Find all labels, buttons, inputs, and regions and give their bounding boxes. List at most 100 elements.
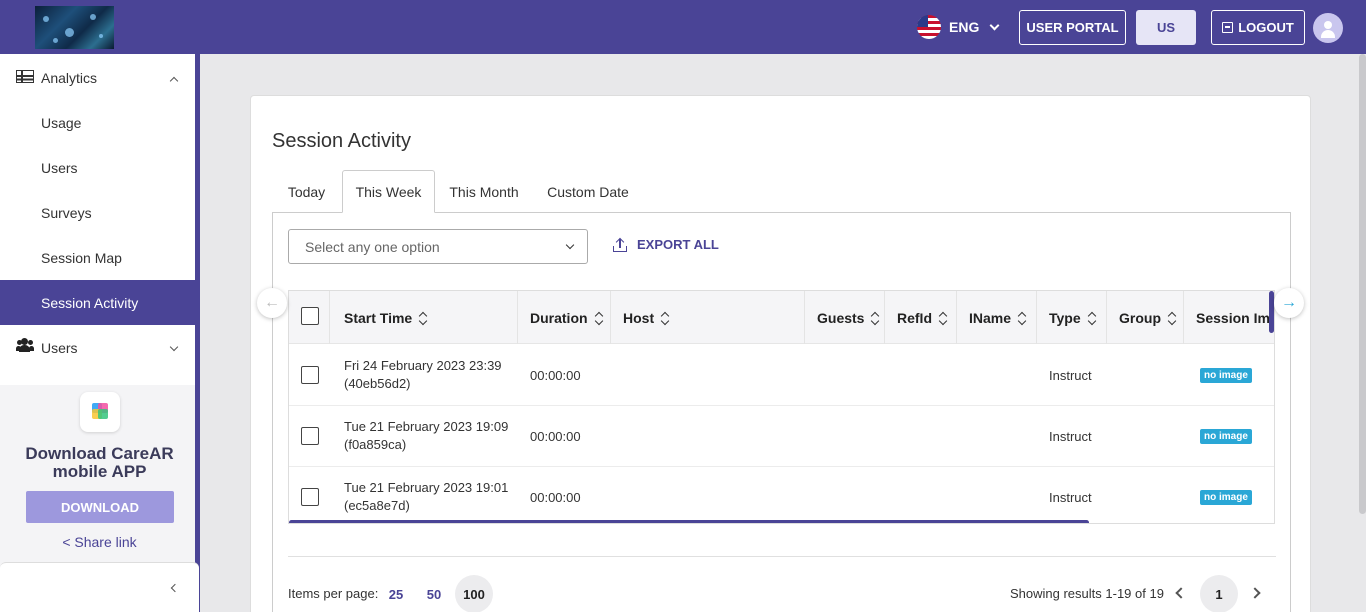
download-button[interactable]: DOWNLOAD <box>26 491 174 523</box>
sidebar-item-analytics[interactable]: Analytics <box>0 55 195 100</box>
page-size-100[interactable]: 100 <box>455 575 493 612</box>
start-time-cell: Tue 21 February 2023 19:09 (f0a859ca) <box>344 419 509 452</box>
start-time-cell: Fri 24 February 2023 23:39 (40eb56d2) <box>344 358 502 391</box>
session-activity-card: Session Activity Today This Week This Mo… <box>250 95 1311 612</box>
sort-icon <box>420 312 426 324</box>
type-cell: Instruct <box>1049 429 1092 444</box>
logout-icon <box>1222 22 1234 33</box>
page-title: Session Activity <box>272 130 411 152</box>
page-size-25[interactable]: 25 <box>378 575 414 612</box>
sidebar-item-label: Session Activity <box>41 294 139 311</box>
chevron-left-icon <box>170 583 180 593</box>
table-vertical-scrollbar[interactable] <box>1269 291 1274 333</box>
session-image-cell: no image <box>1200 467 1252 523</box>
logout-button[interactable]: LOGOUT <box>1211 10 1305 45</box>
sort-icon <box>872 312 878 324</box>
sort-icon <box>1089 312 1095 324</box>
page-scrollbar[interactable] <box>1359 54 1366 514</box>
share-link[interactable]: < Share link <box>0 534 199 550</box>
sidebar-item-usage[interactable]: Usage <box>0 100 195 145</box>
column-iname[interactable]: IName <box>957 291 1037 344</box>
column-refid[interactable]: RefId <box>885 291 957 344</box>
type-cell: Instruct <box>1049 490 1092 505</box>
sidebar-item-session-map[interactable]: Session Map <box>0 235 195 280</box>
chevron-right-icon[interactable] <box>1249 587 1261 599</box>
no-image-badge: no image <box>1200 368 1252 383</box>
duration-cell: 00:00:00 <box>530 368 581 383</box>
row-checkbox[interactable] <box>301 366 319 384</box>
sidebar-collapse-bar[interactable] <box>0 562 199 612</box>
sidebar-item-session-activity[interactable]: Session Activity <box>0 280 195 325</box>
duration-cell: 00:00:00 <box>530 429 581 444</box>
row-checkbox[interactable] <box>301 427 319 445</box>
sort-icon <box>1169 312 1175 324</box>
top-bar: ENG USER PORTAL US LOGOUT <box>0 0 1366 54</box>
tab-custom-date[interactable]: Custom Date <box>534 170 642 213</box>
chevron-up-icon <box>169 76 179 86</box>
upload-icon <box>613 237 627 252</box>
page-size-50[interactable]: 50 <box>416 575 452 612</box>
chevron-down-icon <box>565 240 575 250</box>
column-start-time[interactable]: Start Time <box>330 291 518 344</box>
table-horizontal-scrollbar[interactable] <box>289 520 1089 523</box>
sidebar: Analytics Usage Users Surveys Session Ma… <box>0 54 200 612</box>
table-row[interactable]: Fri 24 February 2023 23:39 (40eb56d2) 00:… <box>289 345 1274 406</box>
table-icon <box>16 70 34 83</box>
sidebar-item-label: Users <box>41 159 78 176</box>
sidebar-item-label: Surveys <box>41 204 92 221</box>
select-all-checkbox[interactable] <box>301 307 319 325</box>
column-host[interactable]: Host <box>611 291 805 344</box>
sidebar-item-surveys[interactable]: Surveys <box>0 190 195 235</box>
user-portal-button[interactable]: USER PORTAL <box>1019 10 1126 45</box>
language-selector[interactable]: ENG <box>917 14 1000 40</box>
filter-select-placeholder: Select any one option <box>305 238 440 255</box>
session-table: Start Time Duration Host Guests RefId IN… <box>288 290 1275 524</box>
chevron-left-icon[interactable] <box>1175 587 1187 599</box>
column-duration[interactable]: Duration <box>518 291 611 344</box>
us-flag-icon <box>917 15 941 39</box>
session-image-cell: no image <box>1200 345 1252 406</box>
region-button[interactable]: US <box>1136 10 1196 45</box>
sidebar-item-users-group[interactable]: Users <box>0 325 195 370</box>
export-all-label: EXPORT ALL <box>637 237 719 252</box>
sidebar-item-users[interactable]: Users <box>0 145 195 190</box>
download-title: Download CareAR mobile APP <box>25 444 174 481</box>
tab-this-month[interactable]: This Month <box>436 170 532 213</box>
table-row[interactable]: Tue 21 February 2023 19:01 (ec5a8e7d) 00:… <box>289 467 1274 523</box>
column-session-image[interactable]: Session Imag <box>1184 291 1274 344</box>
chevron-down-icon <box>989 20 1000 30</box>
tab-today[interactable]: Today <box>272 170 341 213</box>
session-image-cell: no image <box>1200 406 1252 467</box>
column-type[interactable]: Type <box>1037 291 1107 344</box>
chevron-down-icon <box>169 342 179 352</box>
language-label: ENG <box>949 19 980 35</box>
filter-select[interactable]: Select any one option <box>288 229 588 264</box>
sidebar-item-label: Analytics <box>41 69 98 86</box>
export-all-button[interactable]: EXPORT ALL <box>613 237 719 252</box>
pagination-bar: Items per page: 25 50 100 Showing result… <box>288 575 1276 612</box>
start-time-cell: Tue 21 February 2023 19:01 (ec5a8e7d) <box>344 480 509 513</box>
results-count: Showing results 1-19 of 19 <box>1010 586 1164 601</box>
table-header: Start Time Duration Host Guests RefId IN… <box>289 291 1274 344</box>
table-row[interactable]: Tue 21 February 2023 19:09 (f0a859ca) 00:… <box>289 406 1274 467</box>
divider <box>288 556 1276 557</box>
current-page[interactable]: 1 <box>1200 575 1238 612</box>
no-image-badge: no image <box>1200 429 1252 444</box>
tab-this-week[interactable]: This Week <box>342 170 435 213</box>
select-all-cell <box>289 291 330 344</box>
row-checkbox[interactable] <box>301 488 319 506</box>
tab-panel: Select any one option EXPORT ALL Start T… <box>272 212 1291 612</box>
sidebar-item-label: Session Map <box>41 249 122 266</box>
duration-cell: 00:00:00 <box>530 490 581 505</box>
brand-logo[interactable] <box>35 6 114 49</box>
avatar[interactable] <box>1313 13 1343 43</box>
sort-icon <box>662 312 668 324</box>
sort-icon <box>1019 312 1025 324</box>
arrow-right-icon[interactable]: → <box>1274 288 1304 318</box>
sort-icon <box>596 312 602 324</box>
items-per-page-label: Items per page: <box>288 586 379 601</box>
arrow-left-icon[interactable]: ← <box>257 288 287 318</box>
column-guests[interactable]: Guests <box>805 291 885 344</box>
sort-icon <box>940 312 946 324</box>
column-group[interactable]: Group <box>1107 291 1184 344</box>
